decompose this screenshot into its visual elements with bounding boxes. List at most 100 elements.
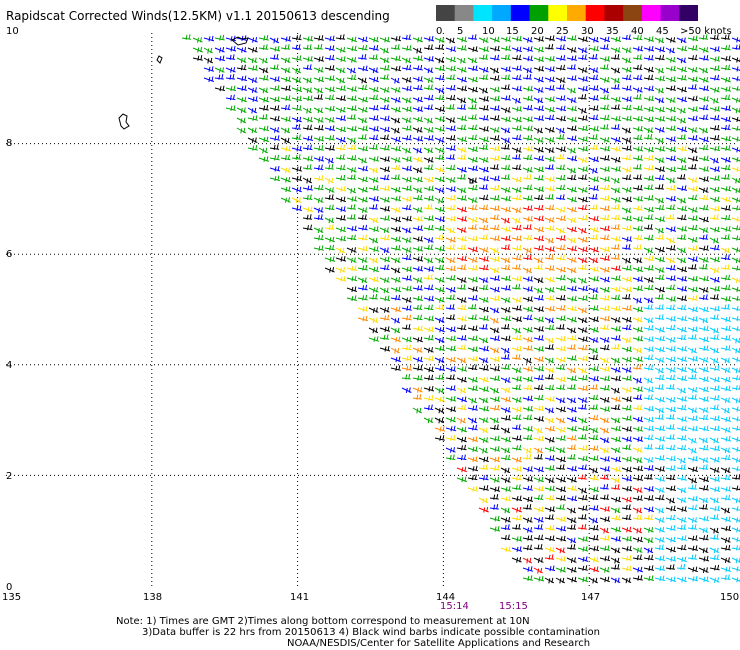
wind-barb — [258, 75, 269, 81]
wind-barb — [665, 397, 676, 403]
wind-barb — [511, 466, 523, 472]
wind-barb — [676, 404, 687, 411]
wind-barb — [676, 524, 687, 530]
wind-barb — [511, 254, 522, 261]
wind-barb — [335, 235, 347, 242]
wind-barb — [698, 325, 710, 332]
wind-barb — [566, 105, 578, 112]
wind-barb — [687, 35, 699, 42]
wind-barb — [588, 134, 598, 140]
wind-barb — [423, 395, 434, 401]
wind-barb — [291, 197, 302, 204]
wind-barb — [346, 155, 357, 161]
wind-barb — [687, 466, 699, 473]
wind-barb — [368, 115, 379, 121]
wind-barb — [434, 387, 445, 394]
wind-barb — [489, 127, 500, 133]
wind-barb — [302, 224, 313, 231]
wind-barb — [489, 195, 500, 201]
wind-barb — [346, 257, 357, 263]
wind-barb — [566, 295, 578, 302]
wind-barb — [676, 197, 687, 204]
wind-barb — [731, 107, 740, 114]
wind-barb — [632, 465, 644, 472]
wind-barb — [357, 264, 368, 271]
wind-barb — [544, 446, 556, 452]
wind-barb — [698, 67, 709, 74]
wind-barb — [665, 275, 677, 281]
wind-barb — [335, 95, 347, 101]
wind-barb — [269, 154, 280, 161]
wind-barb — [456, 315, 468, 322]
wind-barb — [434, 147, 445, 153]
wind-barb — [423, 374, 434, 381]
wind-barb — [709, 534, 720, 540]
wind-barb — [731, 116, 740, 123]
wind-barb — [478, 264, 489, 271]
wind-barb — [401, 215, 413, 222]
wind-barb — [544, 565, 556, 572]
wind-barb — [731, 406, 740, 412]
wind-barb — [533, 65, 545, 72]
wind-barb — [291, 105, 302, 111]
wind-barb — [533, 277, 544, 284]
wind-barb — [687, 484, 697, 490]
wind-barb — [621, 456, 633, 462]
wind-barb — [731, 296, 740, 302]
wind-barb — [489, 365, 501, 372]
wind-barb — [489, 335, 501, 342]
wind-barb — [676, 247, 687, 254]
wind-barb — [610, 47, 621, 53]
wind-barb — [709, 226, 720, 233]
wind-barb — [368, 307, 379, 313]
wind-barb — [478, 67, 489, 73]
wind-barb — [654, 204, 665, 211]
wind-barb — [390, 207, 401, 213]
wind-barb — [478, 277, 489, 283]
wind-barb — [698, 336, 710, 343]
wind-barb — [368, 86, 379, 93]
wind-barb — [522, 46, 534, 52]
wind-barb — [610, 466, 622, 472]
wind-barb — [500, 174, 511, 180]
wind-barb — [302, 124, 313, 131]
wind-barb — [511, 384, 522, 391]
wind-barb — [610, 54, 620, 60]
wind-barb — [291, 145, 303, 152]
wind-barb — [522, 314, 533, 321]
wind-barb — [357, 96, 368, 103]
wind-barb — [621, 74, 632, 81]
wind-barb — [423, 104, 434, 111]
wind-barb — [401, 117, 412, 123]
wind-barb — [544, 96, 556, 102]
wind-barb — [401, 34, 412, 41]
wind-barb — [621, 555, 632, 561]
wind-barb — [412, 116, 423, 123]
wind-barb — [401, 365, 412, 371]
wind-barb — [478, 204, 489, 211]
wind-barb — [599, 225, 611, 232]
wind-barb — [467, 465, 479, 472]
wind-barb — [324, 256, 336, 262]
wind-barb — [412, 106, 424, 112]
wind-barb — [522, 366, 534, 372]
wind-barb — [731, 76, 740, 82]
wind-barb — [478, 386, 490, 392]
wind-barb — [423, 284, 434, 291]
wind-barb — [621, 215, 633, 222]
wind-barb — [709, 134, 720, 141]
wind-barb — [610, 344, 620, 350]
wind-barb — [654, 54, 665, 61]
wind-barb — [731, 474, 740, 480]
wind-barb — [555, 235, 566, 241]
wind-barb — [533, 175, 544, 181]
wind-barb — [698, 104, 709, 111]
wind-barb — [478, 256, 490, 262]
wind-barb — [390, 245, 401, 251]
wind-barb — [423, 117, 434, 124]
wind-barb — [533, 485, 545, 492]
wind-barb — [555, 95, 566, 101]
wind-barb — [302, 107, 312, 114]
wind-barb — [401, 57, 412, 64]
wind-barb — [632, 554, 643, 561]
